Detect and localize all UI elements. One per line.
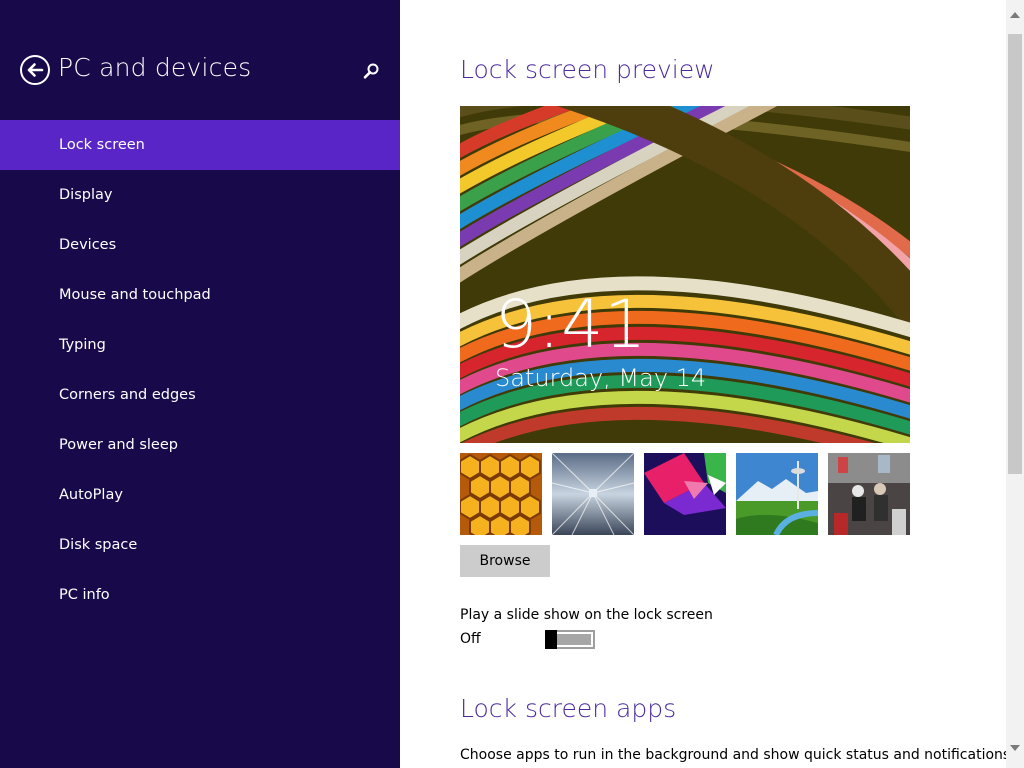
thumbnail-festival-street[interactable]: [828, 453, 910, 535]
thumbnail-train-tunnel[interactable]: [552, 453, 634, 535]
nav-item-devices[interactable]: Devices: [0, 220, 400, 270]
lock-screen-preview-image: 9:41 Saturday, May 14: [460, 106, 910, 443]
toggle-knob: [545, 630, 557, 649]
nav-item-display[interactable]: Display: [0, 170, 400, 220]
nav-item-typing[interactable]: Typing: [0, 320, 400, 370]
settings-nav: Lock screen Display Devices Mouse and to…: [0, 120, 400, 620]
main-content: Lock screen preview 9:41 Saturday, May 1…: [400, 0, 1006, 768]
slideshow-toggle-state: Off: [460, 631, 481, 647]
vertical-scrollbar[interactable]: [1006, 0, 1024, 768]
back-button[interactable]: [19, 54, 51, 86]
nav-item-lock-screen[interactable]: Lock screen: [0, 120, 400, 170]
slideshow-toggle[interactable]: [545, 630, 595, 649]
lock-screen-clock: 9:41: [495, 286, 648, 363]
thumbnail-mountain-tower[interactable]: [736, 453, 818, 535]
lock-screen-date: Saturday, May 14: [495, 364, 707, 392]
scroll-down-arrow-icon[interactable]: [1010, 745, 1020, 751]
preview-wallpaper: [460, 106, 910, 443]
wallpaper-thumbnails: [460, 453, 910, 535]
nav-item-corners-edges[interactable]: Corners and edges: [0, 370, 400, 420]
browse-button[interactable]: Browse: [460, 545, 550, 577]
settings-sidebar: PC and devices Lock screen Display Devic…: [0, 0, 400, 768]
lock-screen-apps-description: Choose apps to run in the background and…: [460, 747, 1006, 763]
thumbnail-geometric-shapes[interactable]: [644, 453, 726, 535]
back-arrow-icon: [20, 55, 50, 85]
scroll-up-arrow-icon[interactable]: [1010, 12, 1020, 18]
nav-item-autoplay[interactable]: AutoPlay: [0, 470, 400, 520]
scrollbar-thumb[interactable]: [1008, 34, 1022, 474]
search-icon: [363, 63, 379, 79]
sidebar-header: PC and devices: [0, 0, 400, 120]
thumbnail-honeycomb[interactable]: [460, 453, 542, 535]
lock-screen-apps-heading: Lock screen apps: [460, 694, 677, 723]
page-title: PC and devices: [58, 53, 252, 82]
search-button[interactable]: [360, 60, 382, 82]
nav-item-power-sleep[interactable]: Power and sleep: [0, 420, 400, 470]
nav-item-mouse-touchpad[interactable]: Mouse and touchpad: [0, 270, 400, 320]
nav-item-disk-space[interactable]: Disk space: [0, 520, 400, 570]
lock-screen-preview-heading: Lock screen preview: [460, 55, 715, 84]
nav-item-pc-info[interactable]: PC info: [0, 570, 400, 620]
slideshow-label: Play a slide show on the lock screen: [460, 607, 713, 623]
